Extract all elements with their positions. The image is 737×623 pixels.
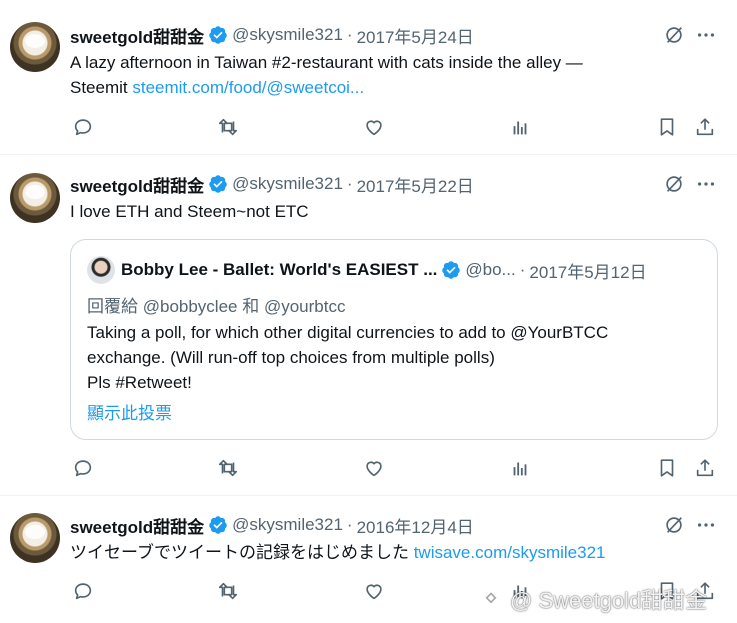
- tweet-header: sweetgold甜甜金 @skysmile321 · 2017年5月22日: [70, 172, 474, 196]
- quoted-text-line: exchange. (Will run-off top choices from…: [87, 348, 495, 367]
- avatar[interactable]: [10, 22, 60, 72]
- tweet-text-segment: ツイセーブでツイートの記録をはじめました: [70, 543, 414, 562]
- like-icon: [366, 120, 382, 136]
- avatar[interactable]: [10, 513, 60, 563]
- separator: ·: [346, 174, 353, 193]
- like-icon: [366, 461, 382, 477]
- share-icon: [696, 459, 714, 477]
- verified-badge-icon: [209, 175, 227, 193]
- tweet-text: I love ETH and Steem~not ETC: [70, 202, 309, 221]
- like-button[interactable]: [361, 578, 387, 604]
- views-button[interactable]: [507, 114, 533, 140]
- grok-icon[interactable]: [663, 173, 685, 195]
- views-button[interactable]: [507, 455, 533, 481]
- reply-mention[interactable]: @bobbyclee: [143, 297, 238, 316]
- more-icon[interactable]: [695, 173, 717, 195]
- more-icon[interactable]: [695, 24, 717, 46]
- timestamp[interactable]: 2017年5月22日: [357, 172, 474, 197]
- tweet-text-line: A lazy afternoon in Taiwan #2-restaurant…: [70, 53, 583, 72]
- timestamp[interactable]: 2017年5月24日: [357, 23, 474, 48]
- quoted-text-line: Pls #Retweet!: [87, 373, 192, 392]
- grok-icon[interactable]: [663, 514, 685, 536]
- bookmark-icon: [660, 118, 674, 136]
- views-icon: [513, 121, 527, 135]
- action-bar: [0, 114, 737, 142]
- quoted-text-line: Taking a poll, for which other digital c…: [87, 323, 609, 342]
- retweet-button[interactable]: [215, 455, 241, 481]
- tweet[interactable]: sweetgold甜甜金 @skysmile321 · 2017年5月22日 I…: [0, 155, 737, 496]
- more-icon[interactable]: [695, 514, 717, 536]
- bookmark-button[interactable]: [654, 114, 680, 140]
- display-name[interactable]: sweetgold甜甜金: [70, 513, 204, 538]
- separator: ·: [346, 25, 353, 44]
- show-poll-link[interactable]: 顯示此投票: [87, 399, 172, 424]
- watermark-text: @ Sweetgold甜甜金: [510, 588, 708, 613]
- retweet-icon: [218, 582, 238, 600]
- quoted-tweet-text: Taking a poll, for which other digital c…: [87, 320, 707, 395]
- share-icon: [696, 118, 714, 136]
- reply-mention[interactable]: @yourbtcc: [264, 297, 346, 316]
- quoted-avatar[interactable]: [87, 256, 115, 284]
- tweet-text-segment: Steemit: [70, 78, 133, 97]
- handle[interactable]: @skysmile321: [232, 25, 343, 45]
- tweet[interactable]: sweetgold甜甜金 @skysmile321 · 2017年5月24日 A…: [0, 0, 737, 155]
- share-button[interactable]: [692, 114, 718, 140]
- retweet-button[interactable]: [215, 578, 241, 604]
- tweet-link[interactable]: twisave.com/skysmile321: [414, 543, 606, 562]
- verified-badge-icon: [209, 26, 227, 44]
- verified-badge-icon: [209, 516, 227, 534]
- tweet-text-line: Steemit steemit.com/food/@sweetcoi...: [70, 75, 710, 100]
- retweet-icon: [218, 118, 238, 136]
- views-icon: [513, 462, 527, 476]
- display-name[interactable]: sweetgold甜甜金: [70, 23, 204, 48]
- reply-button[interactable]: [70, 114, 96, 140]
- display-name[interactable]: sweetgold甜甜金: [70, 172, 204, 197]
- action-bar: [0, 455, 737, 483]
- watermark-logo-icon: [479, 586, 503, 610]
- reply-button[interactable]: [70, 455, 96, 481]
- tweet-header: sweetgold甜甜金 @skysmile321 · 2017年5月24日: [70, 23, 474, 47]
- quoted-handle[interactable]: @bo...: [465, 260, 515, 280]
- verified-badge-icon: [442, 261, 461, 279]
- quoted-tweet-header: Bobby Lee - Ballet: World's EASIEST ... …: [121, 258, 647, 282]
- tweet-text: ツイセーブでツイートの記録をはじめました twisave.com/skysmil…: [70, 540, 710, 565]
- timestamp[interactable]: 2016年12月4日: [357, 513, 474, 538]
- quoted-display-name[interactable]: Bobby Lee - Ballet: World's EASIEST ...: [121, 260, 437, 280]
- quoted-timestamp[interactable]: 2017年5月12日: [529, 258, 646, 283]
- tweet-text: A lazy afternoon in Taiwan #2-restaurant…: [70, 50, 710, 100]
- reply-prefix: 回覆給: [87, 297, 143, 316]
- like-icon: [366, 584, 382, 600]
- separator: ·: [519, 260, 526, 279]
- tweet-header: sweetgold甜甜金 @skysmile321 · 2016年12月4日: [70, 513, 474, 537]
- reply-button[interactable]: [70, 578, 96, 604]
- reply-icon: [74, 583, 92, 600]
- reply-icon: [74, 460, 92, 477]
- avatar[interactable]: [10, 173, 60, 223]
- share-button[interactable]: [692, 455, 718, 481]
- tweet-link[interactable]: steemit.com/food/@sweetcoi...: [132, 78, 364, 97]
- quoted-tweet[interactable]: Bobby Lee - Ballet: World's EASIEST ... …: [70, 239, 718, 440]
- bookmark-button[interactable]: [654, 455, 680, 481]
- like-button[interactable]: [361, 455, 387, 481]
- bookmark-icon: [660, 459, 674, 477]
- retweet-button[interactable]: [215, 114, 241, 140]
- like-button[interactable]: [361, 114, 387, 140]
- retweet-icon: [218, 459, 238, 477]
- reply-icon: [74, 119, 92, 136]
- grok-icon[interactable]: [663, 24, 685, 46]
- reply-context: 回覆給 @bobbyclee 和 @yourbtcc: [87, 292, 345, 317]
- handle[interactable]: @skysmile321: [232, 515, 343, 535]
- separator: ·: [346, 515, 353, 534]
- watermark: @ Sweetgold甜甜金: [478, 583, 707, 615]
- handle[interactable]: @skysmile321: [232, 174, 343, 194]
- reply-joiner: 和: [237, 297, 264, 316]
